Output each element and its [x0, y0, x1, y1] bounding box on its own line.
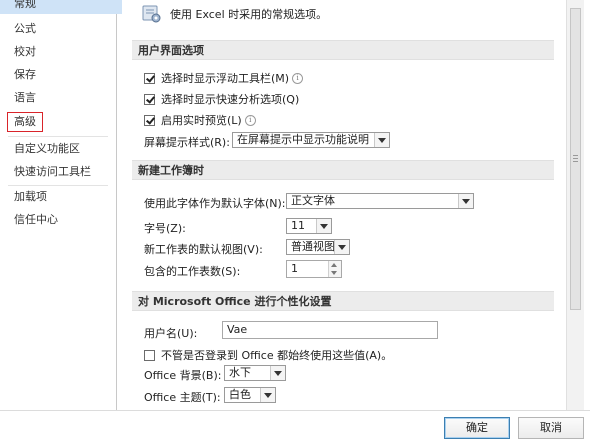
options-content: 使用 Excel 时采用的常规选项。 用户界面选项 选择时显示浮动工具栏(M) … — [122, 0, 568, 410]
sidebar-item-save[interactable]: 保存 — [6, 65, 44, 85]
default-font-select[interactable]: 正文字体 — [286, 193, 474, 209]
sidebar-item-formulas[interactable]: 公式 — [6, 19, 44, 39]
page-header-text: 使用 Excel 时采用的常规选项。 — [170, 8, 328, 21]
scrollbar-thumb[interactable] — [570, 8, 581, 310]
always-use-option[interactable]: 不管是否登录到 Office 都始终使用这些值(A)。 — [144, 347, 392, 363]
office-background-value: 水下 — [229, 366, 251, 379]
sidebar-item-customize-ribbon[interactable]: 自定义功能区 — [6, 139, 88, 159]
font-size-select[interactable]: 11 — [286, 218, 332, 234]
font-size-value: 11 — [291, 219, 305, 232]
sidebar-divider — [8, 185, 108, 186]
sidebar-item-trust-center[interactable]: 信任中心 — [6, 210, 66, 230]
live-preview-label: 启用实时预览(L) — [161, 114, 242, 127]
section-ui-options: 用户界面选项 — [132, 40, 554, 60]
sheet-count-stepper[interactable]: 1 — [286, 260, 342, 278]
default-view-label: 新工作表的默认视图(V): — [144, 243, 263, 256]
ok-button[interactable]: 确定 — [444, 417, 510, 439]
sidebar-item-general[interactable]: 常规 — [0, 0, 122, 14]
cancel-button[interactable]: 取消 — [518, 417, 584, 439]
office-background-label: Office 背景(B): — [144, 369, 222, 382]
font-size-label: 字号(Z): — [144, 222, 186, 235]
username-value: Vae — [227, 323, 248, 336]
screentip-select-value: 在屏幕提示中显示功能说明 — [237, 133, 369, 146]
always-use-label: 不管是否登录到 Office 都始终使用这些值(A)。 — [161, 349, 393, 362]
grip-line — [573, 155, 578, 156]
mini-toolbar-checkbox[interactable] — [144, 72, 155, 84]
spin-down-icon[interactable] — [331, 271, 337, 275]
section-new-workbook: 新建工作簿时 — [132, 160, 554, 180]
office-theme-value: 白色 — [229, 388, 251, 401]
quick-analysis-option[interactable]: 选择时显示快速分析选项(Q) — [144, 91, 299, 107]
default-font-value: 正文字体 — [291, 194, 335, 207]
chevron-down-icon[interactable] — [270, 366, 285, 380]
chevron-down-icon[interactable] — [458, 194, 473, 208]
office-background-select[interactable]: 水下 — [224, 365, 286, 381]
screentip-label: 屏幕提示样式(R): — [144, 136, 230, 149]
chevron-down-icon[interactable] — [374, 133, 389, 147]
chevron-down-icon[interactable] — [316, 219, 331, 233]
options-icon — [142, 5, 161, 23]
sidebar-item-language[interactable]: 语言 — [6, 88, 44, 108]
grip-line — [573, 158, 578, 159]
spin-buttons[interactable] — [328, 261, 341, 277]
live-preview-option[interactable]: 启用实时预览(L) i — [144, 112, 256, 128]
mini-toolbar-option[interactable]: 选择时显示浮动工具栏(M) i — [144, 70, 304, 86]
office-theme-select[interactable]: 白色 — [224, 387, 276, 403]
live-preview-checkbox[interactable] — [144, 114, 155, 126]
sidebar-item-add-ins[interactable]: 加载项 — [6, 187, 55, 207]
info-icon: i — [244, 114, 256, 126]
chevron-down-icon[interactable] — [260, 388, 275, 402]
sidebar-item-quick-access-toolbar[interactable]: 快速访问工具栏 — [6, 162, 99, 182]
default-view-value: 普通视图 — [291, 240, 335, 253]
chevron-down-icon[interactable] — [334, 240, 349, 254]
mini-toolbar-label: 选择时显示浮动工具栏(M) — [161, 72, 290, 85]
sidebar-divider — [8, 136, 108, 137]
office-theme-label: Office 主题(T): — [144, 391, 221, 404]
username-input[interactable]: Vae — [222, 321, 438, 339]
always-use-checkbox[interactable] — [144, 349, 155, 361]
section-personalize: 对 Microsoft Office 进行个性化设置 — [132, 291, 554, 311]
default-view-select[interactable]: 普通视图 — [286, 239, 350, 255]
quick-analysis-checkbox[interactable] — [144, 93, 155, 105]
sheet-count-value: 1 — [291, 262, 298, 275]
options-sidebar: 常规 公式 校对 保存 语言 高级 自定义功能区 快速访问工具栏 加载项 信任中… — [0, 0, 122, 410]
vertical-scrollbar[interactable] — [566, 0, 584, 410]
info-icon: i — [292, 72, 304, 84]
quick-analysis-label: 选择时显示快速分析选项(Q) — [161, 93, 300, 106]
username-label: 用户名(U): — [144, 327, 198, 340]
default-font-label: 使用此字体作为默认字体(N): — [144, 197, 286, 210]
spin-up-icon[interactable] — [331, 263, 337, 267]
sheet-count-label: 包含的工作表数(S): — [144, 265, 241, 278]
sidebar-item-advanced[interactable]: 高级 — [7, 112, 43, 132]
page-header: 使用 Excel 时采用的常规选项。 — [142, 2, 327, 26]
sidebar-item-proofing[interactable]: 校对 — [6, 42, 44, 62]
screentip-select[interactable]: 在屏幕提示中显示功能说明 — [232, 132, 390, 148]
grip-line — [573, 161, 578, 162]
dialog-footer: 确定 取消 — [0, 410, 590, 447]
